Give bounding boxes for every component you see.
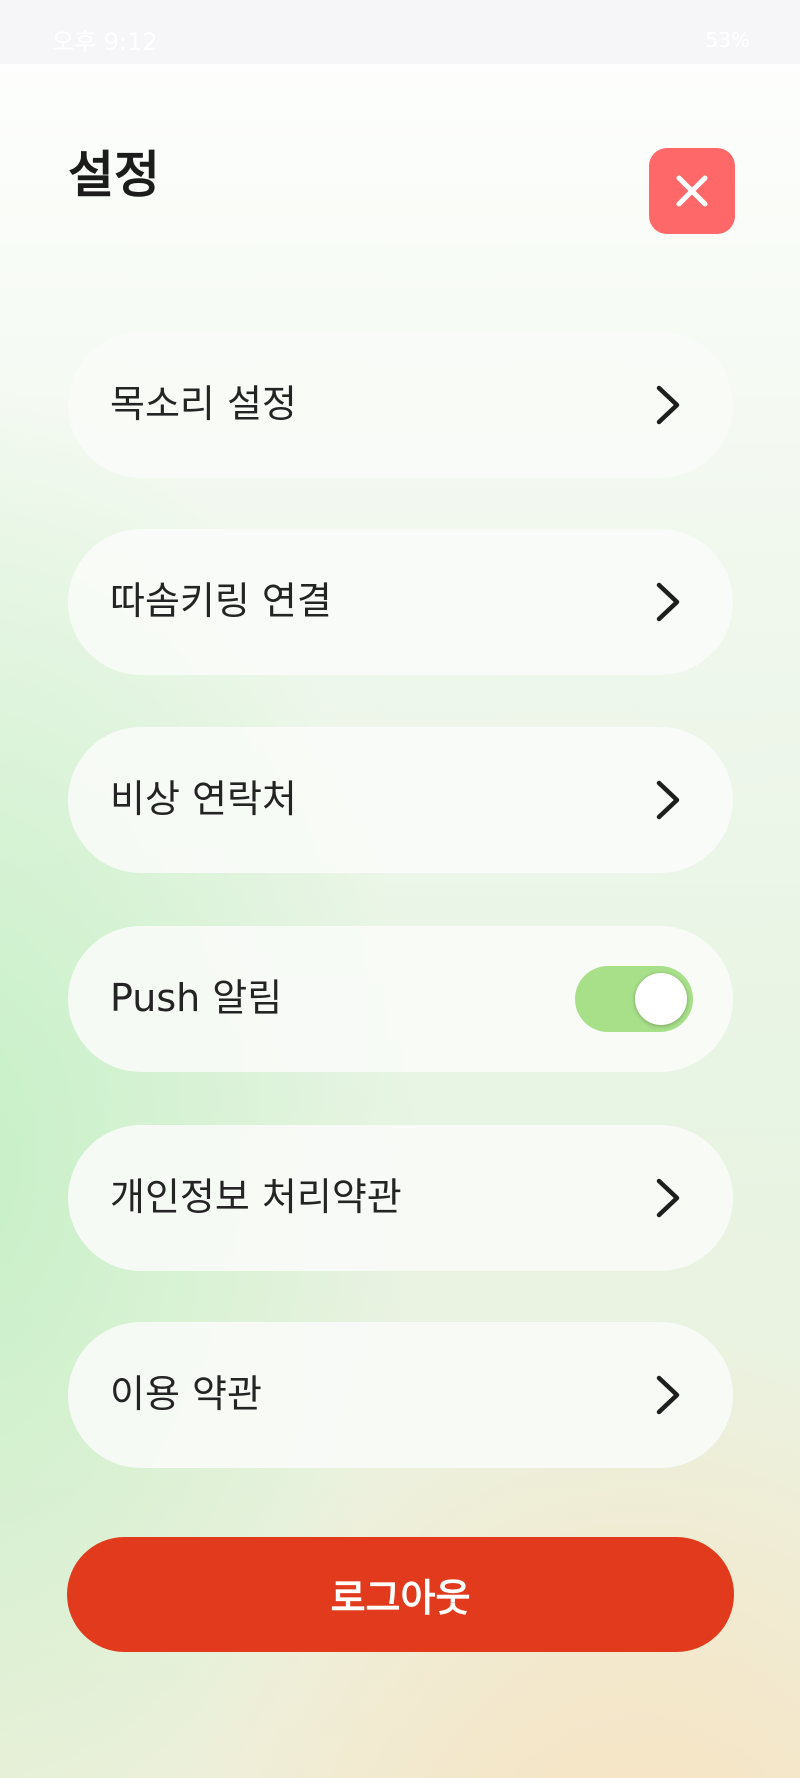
settings-screen: 오후 9:12 53% 설정 목소리 설정 따솜키링 연결 비상 연락처 Pus… bbox=[0, 0, 800, 1778]
chevron-right-icon bbox=[653, 383, 683, 427]
push-toggle[interactable] bbox=[575, 966, 693, 1032]
menu-item-label: 목소리 설정 bbox=[110, 382, 297, 427]
menu-item-terms-of-use[interactable]: 이용 약관 bbox=[68, 1322, 733, 1468]
chevron-right-icon bbox=[653, 580, 683, 624]
chevron-right-icon bbox=[653, 1176, 683, 1220]
menu-item-keyring-connect[interactable]: 따솜키링 연결 bbox=[68, 529, 733, 675]
menu-item-push-notifications: Push 알림 bbox=[68, 926, 733, 1072]
menu-item-voice-settings[interactable]: 목소리 설정 bbox=[68, 332, 733, 478]
chevron-right-icon bbox=[653, 1373, 683, 1417]
chevron-right-icon bbox=[653, 778, 683, 822]
menu-item-label: 따솜키링 연결 bbox=[110, 579, 332, 624]
menu-item-label: 개인정보 처리약관 bbox=[110, 1175, 402, 1220]
close-button[interactable] bbox=[649, 148, 735, 234]
status-bar: 오후 9:12 53% bbox=[0, 0, 800, 64]
logout-button[interactable]: 로그아웃 bbox=[67, 1537, 734, 1652]
status-time: 오후 9:12 bbox=[52, 28, 158, 56]
page-title: 설정 bbox=[68, 146, 160, 204]
status-icons: 53% bbox=[706, 30, 750, 50]
menu-item-label: Push 알림 bbox=[110, 976, 283, 1021]
battery-level: 53% bbox=[705, 28, 750, 52]
menu-item-privacy-policy[interactable]: 개인정보 처리약관 bbox=[68, 1125, 733, 1271]
close-icon bbox=[676, 175, 708, 207]
toggle-knob bbox=[635, 973, 687, 1025]
menu-item-label: 이용 약관 bbox=[110, 1372, 262, 1417]
menu-item-label: 비상 연락처 bbox=[110, 777, 297, 822]
menu-item-emergency-contacts[interactable]: 비상 연락처 bbox=[68, 727, 733, 873]
